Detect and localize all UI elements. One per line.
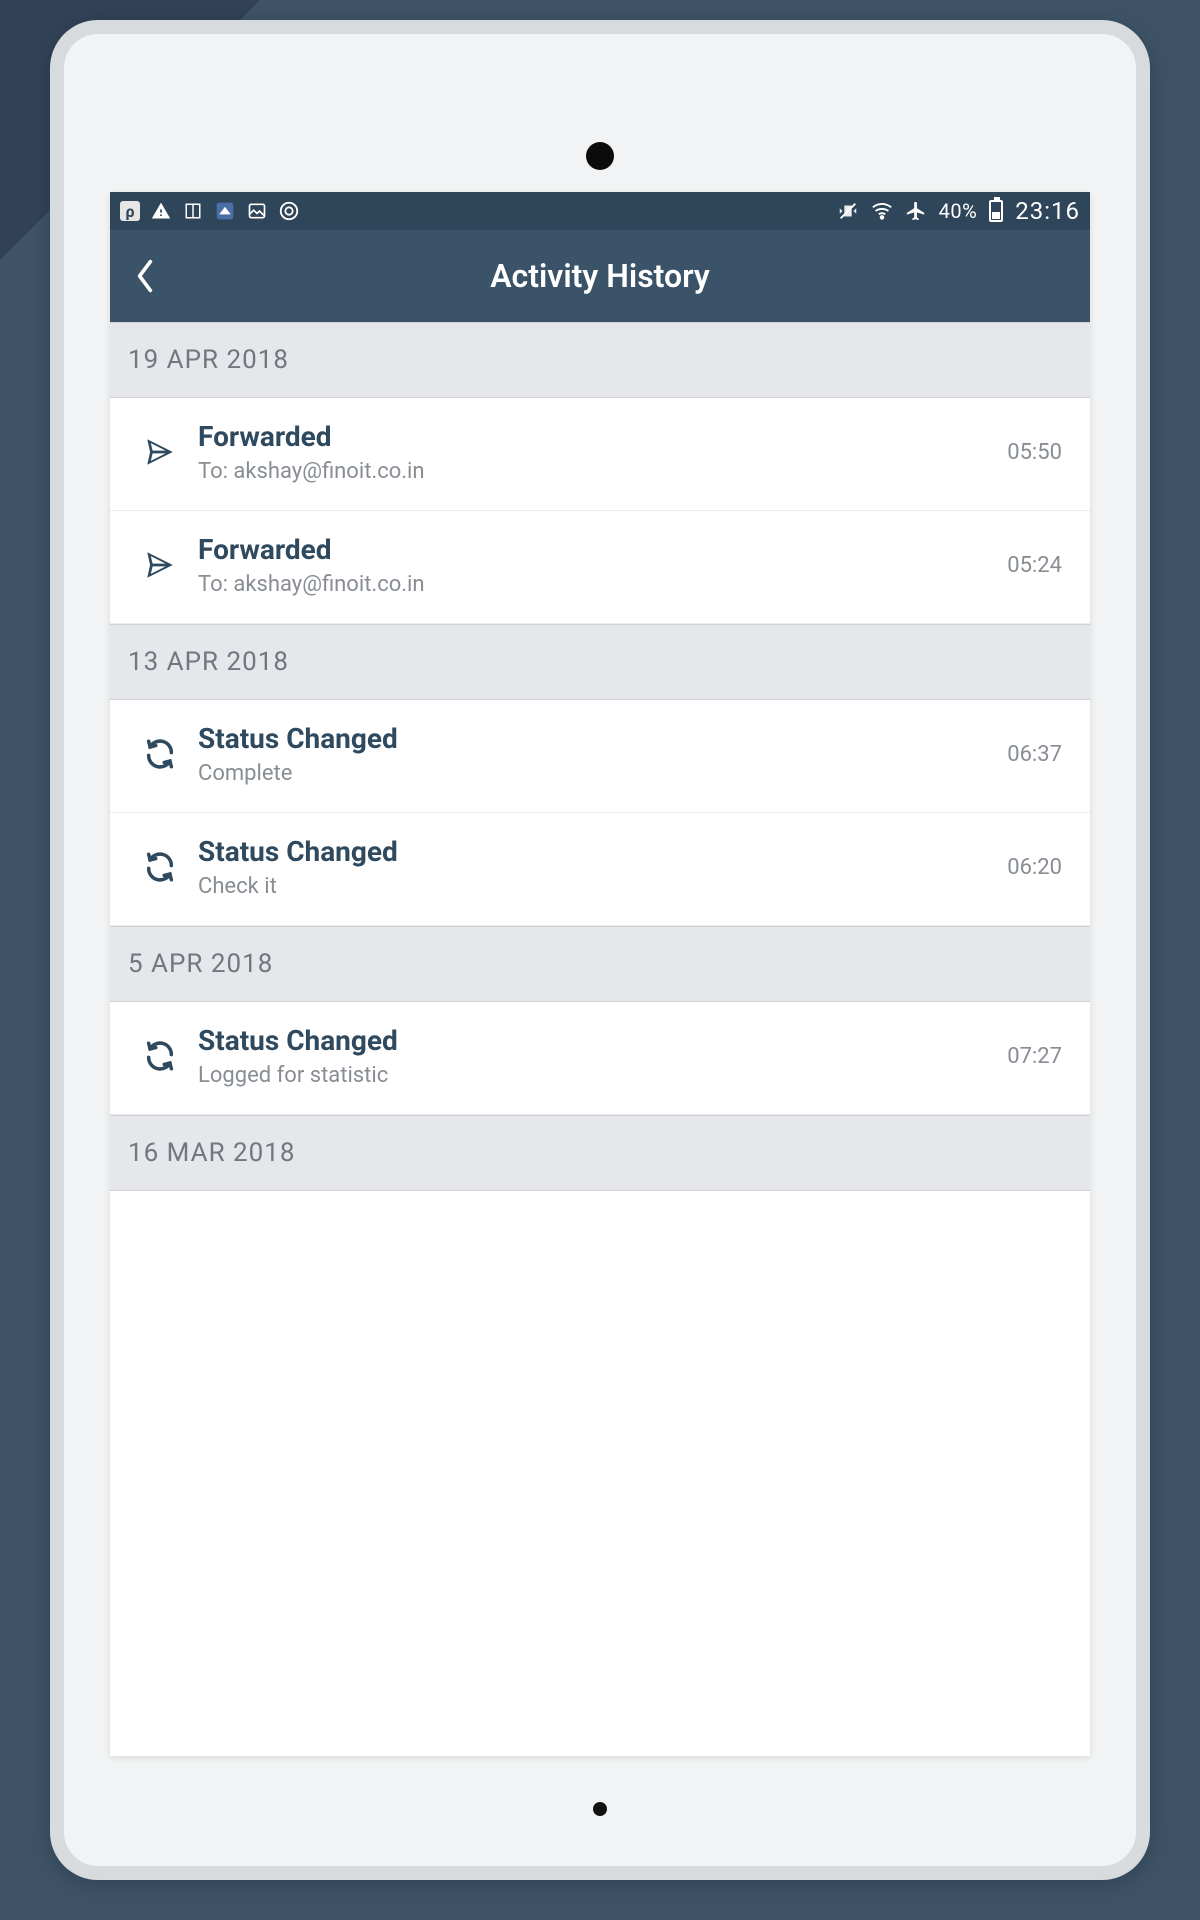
list-item-body: Status Changed Complete — [190, 722, 1007, 786]
sync-icon — [130, 850, 190, 884]
list-item-subtitle: Check it — [198, 874, 1007, 899]
list-item-time: 05:24 — [1007, 553, 1070, 578]
list-item-subtitle: Complete — [198, 761, 1007, 786]
list-item-subtitle: Logged for statistic — [198, 1063, 1007, 1088]
wifi-icon — [871, 200, 893, 222]
list-item[interactable]: Forwarded To: akshay@finoit.co.in 05:50 — [110, 398, 1090, 511]
list-item-body: Forwarded To: akshay@finoit.co.in — [190, 420, 1007, 484]
list-item-title: Status Changed — [198, 1024, 1007, 1057]
tablet-camera — [586, 142, 614, 170]
clock-time: 23:16 — [1015, 197, 1080, 225]
app-screen: ρ — [110, 192, 1090, 1756]
section-header: 5 APR 2018 — [110, 926, 1090, 1002]
list-item-title: Forwarded — [198, 533, 1007, 566]
sync-icon — [130, 737, 190, 771]
list-item[interactable]: Status Changed Check it 06:20 — [110, 813, 1090, 926]
back-button[interactable] — [110, 230, 180, 322]
send-icon — [130, 435, 190, 469]
send-icon — [130, 548, 190, 582]
warning-icon — [150, 200, 172, 222]
list-item-subtitle: To: akshay@finoit.co.in — [198, 459, 1007, 484]
list-item-time: 05:50 — [1007, 440, 1070, 465]
vibrate-icon — [837, 200, 859, 222]
airplane-icon — [905, 200, 927, 222]
section-header: 16 MAR 2018 — [110, 1115, 1090, 1191]
list-item-title: Status Changed — [198, 722, 1007, 755]
list-item[interactable]: Forwarded To: akshay@finoit.co.in 05:24 — [110, 511, 1090, 624]
list-item-title: Forwarded — [198, 420, 1007, 453]
list-item-time: 06:37 — [1007, 742, 1070, 767]
camera-icon — [278, 200, 300, 222]
status-right-icons: 40% 23:16 — [837, 197, 1080, 225]
list-item[interactable]: Status Changed Complete 06:37 — [110, 700, 1090, 813]
battery-percent: 40% — [939, 199, 978, 223]
panel-icon — [182, 200, 204, 222]
app-header: Activity History — [110, 230, 1090, 322]
tablet-home-indicator — [593, 1802, 607, 1816]
app-icon — [214, 200, 236, 222]
image-icon — [246, 200, 268, 222]
android-status-bar: ρ — [110, 192, 1090, 230]
battery-icon — [989, 200, 1003, 222]
status-left-icons: ρ — [120, 200, 300, 222]
list-item-body: Status Changed Logged for statistic — [190, 1024, 1007, 1088]
page-title: Activity History — [110, 257, 1090, 295]
section-header: 19 APR 2018 — [110, 322, 1090, 398]
tablet-frame-outer: ρ — [50, 20, 1150, 1880]
activity-list[interactable]: 19 APR 2018 Forwarded To: akshay@finoit.… — [110, 322, 1090, 1756]
list-item-time: 07:27 — [1007, 1044, 1070, 1069]
chevron-left-icon — [134, 258, 156, 294]
sync-icon — [130, 1039, 190, 1073]
list-item[interactable]: Status Changed Logged for statistic 07:2… — [110, 1002, 1090, 1115]
tablet-frame-inner: ρ — [64, 34, 1136, 1866]
list-item-body: Forwarded To: akshay@finoit.co.in — [190, 533, 1007, 597]
section-header: 13 APR 2018 — [110, 624, 1090, 700]
list-item-subtitle: To: akshay@finoit.co.in — [198, 572, 1007, 597]
list-item-body: Status Changed Check it — [190, 835, 1007, 899]
notification-icon: ρ — [120, 201, 140, 221]
list-item-time: 06:20 — [1007, 855, 1070, 880]
list-item-title: Status Changed — [198, 835, 1007, 868]
